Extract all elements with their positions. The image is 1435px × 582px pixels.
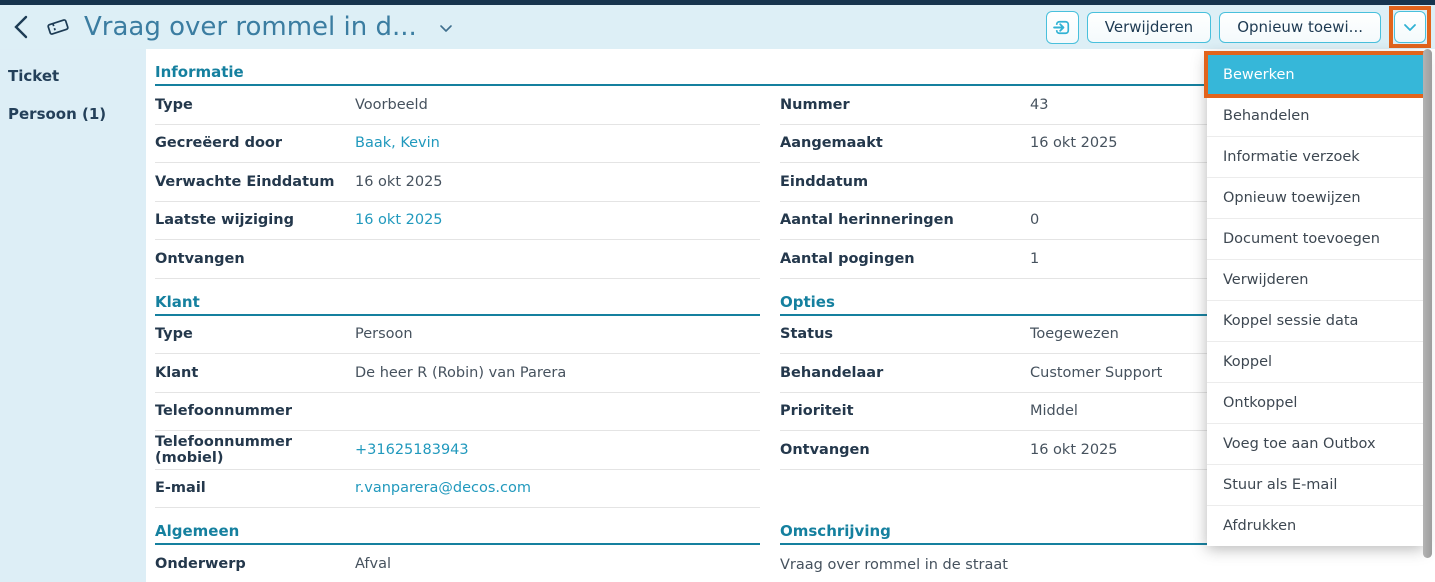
menu-item-afdrukken[interactable]: Afdrukken [1207,505,1424,546]
ticket-icon [44,13,72,41]
field-label: Klant [155,365,355,381]
field-value: 16 okt 2025 [1030,442,1118,458]
menu-item-document-toevoegen[interactable]: Document toevoegen [1207,218,1424,259]
field-value: 16 okt 2025 [355,174,443,190]
field-label: Type [155,97,355,113]
field-row-klant-type: Type Persoon [155,316,760,355]
annotation-box-more-button [1389,6,1431,48]
menu-item-koppel[interactable]: Koppel [1207,341,1424,382]
actions-dropdown-menu: Bewerken Behandelen Informatie verzoek O… [1207,54,1424,546]
field-value: Customer Support [1030,365,1162,381]
field-label: Aantal pogingen [780,251,1030,267]
last-change-link[interactable]: 16 okt 2025 [355,212,443,228]
field-label: Onderwerp [155,556,355,572]
field-row-verwachte-einddatum: Verwachte Einddatum 16 okt 2025 [155,163,760,202]
field-row-telefoonnummer-mobiel: Telefoonnummer (mobiel) +31625183943 [155,431,760,470]
field-label: Einddatum [780,174,1030,190]
field-row-klant-naam: Klant De heer R (Robin) van Parera [155,354,760,393]
field-row-type: Type Voorbeeld [155,86,760,125]
field-label: Telefoonnummer (mobiel) [155,434,355,466]
field-row-gecreeerd-door: Gecreëerd door Baak, Kevin [155,125,760,164]
field-row-telefoonnummer: Telefoonnummer [155,393,760,432]
field-row-email: E-mail r.vanparera@decos.com [155,470,760,509]
menu-item-label: Bewerken [1223,67,1295,83]
field-row-laatste-wijziging: Laatste wijziging 16 okt 2025 [155,202,760,241]
page-title: Vraag over rommel in d... [84,12,417,42]
field-value: 0 [1030,212,1039,228]
menu-item-verwijderen[interactable]: Verwijderen [1207,259,1424,300]
field-label: Aangemaakt [780,135,1030,151]
field-value: 16 okt 2025 [1030,135,1118,151]
field-label: Type [155,326,355,342]
title-chevron-down-icon[interactable] [437,20,455,38]
field-label: Ontvangen [155,251,355,267]
menu-item-koppel-sessie-data[interactable]: Koppel sessie data [1207,300,1424,341]
chevron-down-icon [1400,17,1420,37]
field-label: Verwachte Einddatum [155,174,355,190]
field-value: Voorbeeld [355,97,428,113]
field-label: Ontvangen [780,442,1030,458]
field-label: Status [780,326,1030,342]
field-label: E-mail [155,480,355,496]
creator-link[interactable]: Baak, Kevin [355,135,440,151]
status-value: Toegewezen [1030,326,1119,342]
left-column: Type Voorbeeld Gecreëerd door Baak, Kevi… [155,86,760,582]
field-label: Prioriteit [780,403,1030,419]
omschrijving-text: Vraag over rommel in de straat [780,545,1424,573]
field-label: Nummer [780,97,1030,113]
section-title-klant: Klant [155,279,760,316]
arrow-into-box-icon [1052,17,1073,38]
field-label: Behandelaar [780,365,1030,381]
back-button[interactable] [8,12,38,42]
field-value: De heer R (Robin) van Parera [355,365,566,381]
field-row-ontvangen: Ontvangen [155,240,760,279]
menu-item-voeg-toe-aan-outbox[interactable]: Voeg toe aan Outbox [1207,423,1424,464]
mobile-phone-link[interactable]: +31625183943 [355,442,469,458]
field-value: Persoon [355,326,413,342]
chevron-left-icon [11,14,35,40]
header-actions: Verwijderen Opnieuw toewi... [1046,6,1431,48]
field-label: Telefoonnummer [155,403,355,419]
menu-item-stuur-als-email[interactable]: Stuur als E-mail [1207,464,1424,505]
vertical-scrollbar[interactable] [1423,49,1432,558]
sidebar-item-ticket[interactable]: Ticket [0,57,146,95]
field-row-onderwerp: Onderwerp Afval [155,545,760,582]
field-value: Middel [1030,403,1078,419]
menu-item-opnieuw-toewijzen[interactable]: Opnieuw toewijzen [1207,177,1424,218]
field-value: 1 [1030,251,1039,267]
ticket-detail-page: Vraag over rommel in d... Verwijderen Op… [0,0,1435,582]
field-label: Gecreëerd door [155,135,355,151]
open-in-button[interactable] [1046,11,1079,44]
sidebar-item-persoon[interactable]: Persoon (1) [0,95,146,133]
field-label: Aantal herinneringen [780,212,1030,228]
field-value: 43 [1030,97,1048,113]
menu-item-behandelen[interactable]: Behandelen [1207,95,1424,136]
field-value: Afval [355,556,391,572]
menu-item-informatie-verzoek[interactable]: Informatie verzoek [1207,136,1424,177]
menu-item-ontkoppel[interactable]: Ontkoppel [1207,382,1424,423]
delete-button[interactable]: Verwijderen [1087,12,1211,43]
sidebar: Ticket Persoon (1) [0,49,146,582]
header-left: Vraag over rommel in d... [8,12,1046,42]
more-actions-button[interactable] [1394,11,1426,43]
email-link[interactable]: r.vanparera@decos.com [355,480,531,496]
page-header: Vraag over rommel in d... Verwijderen Op… [0,5,1435,49]
reassign-button[interactable]: Opnieuw toewi... [1219,12,1381,43]
section-title-algemeen: Algemeen [155,508,760,545]
menu-item-bewerken[interactable]: Bewerken [1207,54,1424,95]
field-label: Laatste wijziging [155,212,355,228]
